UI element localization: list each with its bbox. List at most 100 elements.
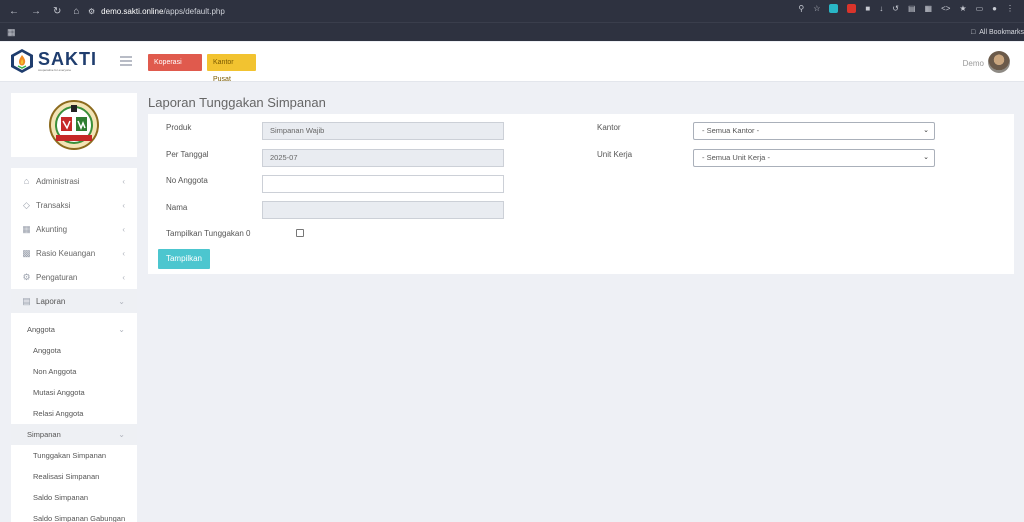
user-name[interactable]: Demo	[963, 59, 984, 68]
apps-icon[interactable]: ▦	[0, 27, 16, 38]
no-anggota-input[interactable]	[262, 175, 504, 193]
chevron-down-icon: ⌄	[118, 325, 125, 334]
logo-mark-icon	[11, 49, 33, 73]
submenu-item-label: Realisasi Simpanan	[33, 472, 100, 481]
kantor-select[interactable]: - Semua Kantor - ⌄	[693, 122, 935, 140]
submenu-item-relasi-anggota[interactable]: Relasi Anggota	[11, 403, 137, 424]
sidebar-icon[interactable]: ▭	[976, 4, 984, 13]
tampilkan-tunggakan-nol-checkbox[interactable]	[296, 229, 304, 237]
sidebar-item-pengaturan[interactable]: ⚙ Pengaturan ‹	[11, 265, 137, 289]
folder-icon: □	[971, 28, 976, 36]
submenu-item-label: Saldo Simpanan Gabungan	[33, 514, 126, 522]
submenu-item-anggota[interactable]: Anggota	[11, 340, 137, 361]
browser-tools: ⚲ ☆ ■ ↓ ↺ ▤ ▦ <> ★ ▭ ● ⋮	[798, 4, 1014, 13]
book-icon: ▤	[22, 295, 31, 306]
sidebar-item-rasio-keuangan[interactable]: ▩ Rasio Keuangan ‹	[11, 241, 137, 265]
menu-icon[interactable]: ⋮	[1006, 4, 1014, 13]
forward-icon[interactable]: →	[31, 6, 41, 17]
tampilkan-tunggakan-nol-label: Tampilkan Tunggakan 0	[166, 229, 251, 238]
submenu-simpanan-label: Simpanan	[27, 430, 61, 439]
home-icon[interactable]: ⌂	[73, 6, 79, 17]
calculator-icon: ▦	[22, 223, 31, 234]
download-icon[interactable]: ↓	[879, 4, 883, 13]
chevron-left-icon: ‹	[122, 224, 125, 234]
per-tanggal-field[interactable]: 2025-07	[262, 149, 504, 167]
avatar[interactable]	[988, 51, 1010, 73]
chevron-down-icon: ⌄	[923, 154, 929, 161]
produk-label: Produk	[166, 123, 192, 132]
gear-icon: ⚙	[22, 271, 31, 282]
unit-kerja-label: Unit Kerja	[597, 150, 633, 159]
bookmarks-bar: ▦ □ All Bookmarks	[0, 22, 1024, 41]
chevron-down-icon: ⌄	[923, 127, 929, 134]
kantor-button[interactable]: Kantor Pusat	[207, 54, 256, 83]
page-title: Laporan Tunggakan Simpanan	[148, 95, 326, 110]
unit-kerja-select[interactable]: - Semua Unit Kerja - ⌄	[693, 149, 935, 167]
back-icon[interactable]: ←	[9, 6, 19, 17]
koperasi-button[interactable]: Koperasi Sakti	[148, 54, 202, 83]
submenu-item-tunggakan-simpanan[interactable]: Tunggakan Simpanan	[11, 445, 137, 466]
report-form-panel: Produk Simpanan Wajib Per Tanggal 2025-0…	[148, 114, 1014, 274]
key-icon[interactable]: ⚲	[798, 4, 804, 13]
print-icon[interactable]: ▤	[908, 4, 916, 13]
history-icon[interactable]: ↺	[892, 4, 899, 13]
diamond-icon: ◇	[23, 199, 30, 210]
submenu-item-mutasi-anggota[interactable]: Mutasi Anggota	[11, 382, 137, 403]
all-bookmarks[interactable]: □ All Bookmarks	[971, 29, 1024, 36]
all-bookmarks-label: All Bookmarks	[979, 28, 1024, 36]
submenu-anggota[interactable]: Anggota ⌄	[11, 319, 137, 340]
logo[interactable]: SAKTI cooperative for everyone	[10, 48, 97, 74]
reload-icon[interactable]: ↻	[53, 6, 61, 17]
url-path: /apps/default.php	[163, 6, 225, 16]
star-icon[interactable]: ☆	[813, 4, 820, 13]
submenu-item-label: Tunggakan Simpanan	[33, 451, 107, 460]
submenu-item-saldo-simpanan-gabungan[interactable]: Saldo Simpanan Gabungan	[11, 508, 137, 522]
unit-kerja-select-value: - Semua Unit Kerja -	[702, 153, 770, 162]
sidebar-item-akunting[interactable]: ▦ Akunting ‹	[11, 217, 137, 241]
sidebar-item-label: Transaksi	[36, 200, 71, 210]
browser-nav: ← → ↻ ⌂	[0, 6, 88, 17]
profile-icon[interactable]: ●	[992, 4, 997, 13]
puzzle-icon[interactable]: ■	[865, 4, 870, 13]
address-bar[interactable]: ⚙ demo.sakti.online/apps/default.php	[88, 7, 225, 16]
logo-text: SAKTI	[38, 49, 97, 69]
submenu-item-label: Anggota	[33, 346, 61, 355]
submenu-item-non-anggota[interactable]: Non Anggota	[11, 361, 137, 382]
submenu-item-label: Non Anggota	[33, 367, 77, 376]
chevron-left-icon: ‹	[122, 272, 125, 282]
grid-icon[interactable]: ▦	[925, 4, 933, 13]
chevron-left-icon: ‹	[122, 176, 125, 186]
chevron-left-icon: ‹	[122, 248, 125, 258]
sidebar-item-label: Akunting	[36, 224, 68, 234]
sidebar-item-laporan[interactable]: ▤ Laporan ⌄	[11, 289, 137, 313]
menu-toggle-icon[interactable]	[120, 56, 132, 68]
submenu-item-label: Relasi Anggota	[33, 409, 84, 418]
produk-field[interactable]: Simpanan Wajib	[262, 122, 504, 140]
site-info-icon[interactable]: ⚙	[88, 7, 95, 16]
organization-emblem-icon	[49, 100, 99, 150]
sidebar-item-label: Laporan	[36, 296, 66, 306]
nama-label: Nama	[166, 203, 188, 212]
sidebar-item-label: Administrasi	[36, 176, 80, 186]
submenu-item-label: Mutasi Anggota	[33, 388, 85, 397]
submenu-item-label: Saldo Simpanan	[33, 493, 89, 502]
no-anggota-label: No Anggota	[166, 176, 208, 185]
kantor-select-value: - Semua Kantor -	[702, 126, 760, 135]
per-tanggal-label: Per Tanggal	[166, 150, 209, 159]
nama-field[interactable]	[262, 201, 504, 219]
extension-icon[interactable]	[847, 4, 857, 13]
kantor-label: Kantor	[597, 123, 621, 132]
bookmark-star-icon[interactable]: ★	[959, 4, 966, 13]
sidebar-item-label: Rasio Keuangan	[36, 248, 96, 258]
browser-toolbar: ← → ↻ ⌂ ⚙ demo.sakti.online/apps/default…	[0, 0, 1024, 22]
sidebar-item-administrasi[interactable]: ⌂ Administrasi ‹	[11, 169, 137, 193]
tampilkan-button[interactable]: Tampilkan	[158, 249, 210, 269]
submenu-simpanan[interactable]: Simpanan ⌄	[11, 424, 137, 445]
code-icon[interactable]: <>	[941, 4, 950, 13]
sidebar-item-transaksi[interactable]: ◇ Transaksi ‹	[11, 193, 137, 217]
url-host: demo.sakti.online	[101, 6, 164, 16]
chevron-left-icon: ‹	[122, 200, 125, 210]
submenu-item-saldo-simpanan[interactable]: Saldo Simpanan	[11, 487, 137, 508]
submenu-item-realisasi-simpanan[interactable]: Realisasi Simpanan	[11, 466, 137, 487]
extension-icon[interactable]	[829, 4, 839, 13]
